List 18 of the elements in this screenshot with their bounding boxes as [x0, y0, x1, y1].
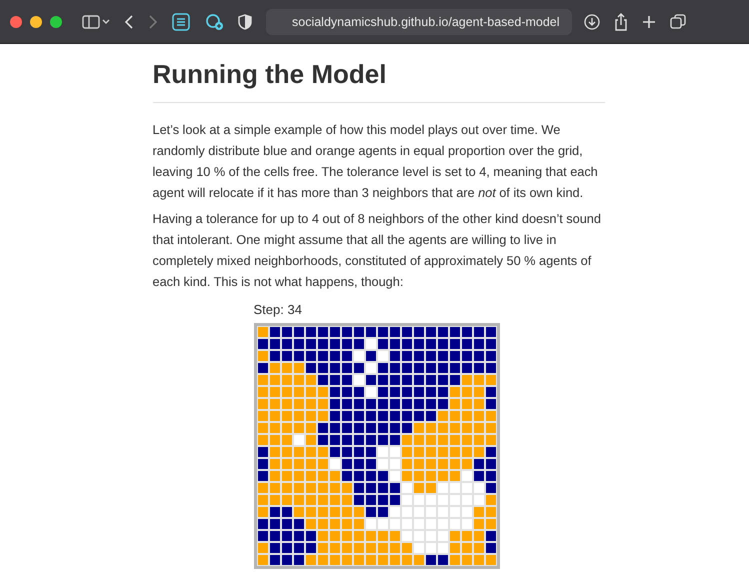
address-bar[interactable]: socialdynamicshub.github.io/agent-based-model — [266, 8, 572, 34]
paragraph: Let’s look at a simple example of how this model plays out over time. We randomly distribute blue and orange agents in equal proportion over the grid, leaving 10 % of the cells free. The tolerance level is set to 4, meaning that each agent will relocate if it has more than 3 neighbors that are not of its own kind. — [152, 121, 599, 202]
plus-icon[interactable] — [642, 14, 656, 28]
tabs-overview-icon[interactable] — [670, 14, 686, 30]
section-heading: Running the Model — [152, 59, 604, 103]
minimize-window-button[interactable] — [30, 16, 42, 28]
close-window-button[interactable] — [10, 16, 22, 28]
paragraph: Having a tolerance for up to 4 out of 8 neighbors of the other kind doesn’t sound that intolerant. One might assume that all the agents are willing to live in completely mixed neighborhoods, constituted of approximately 50 % agents of each kind. This is not what happens, though: — [152, 210, 602, 291]
shield-icon[interactable] — [238, 14, 252, 30]
step-label: Step: 34 — [254, 302, 302, 317]
sidebar-icon[interactable] — [82, 14, 110, 30]
maximize-window-button[interactable] — [50, 16, 62, 28]
stacked-lines-icon[interactable] — [172, 12, 190, 30]
url-text: socialdynamicshub.github.io/agent-based-model — [292, 14, 560, 28]
share-icon[interactable] — [614, 12, 628, 30]
back-icon[interactable] — [124, 14, 134, 30]
download-icon[interactable] — [584, 14, 600, 30]
forward-icon[interactable] — [148, 14, 158, 30]
